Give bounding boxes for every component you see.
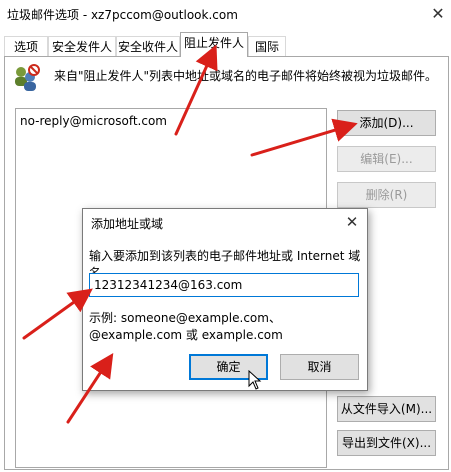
edit-button[interactable]: 编辑(E)... bbox=[337, 146, 436, 172]
tab-international[interactable]: 国际 bbox=[248, 36, 286, 56]
tab-blocked-senders[interactable]: 阻止发件人 bbox=[180, 32, 248, 57]
tab-strip: 选项 安全发件人 安全收件人 阻止发件人 国际 bbox=[0, 32, 451, 57]
address-input[interactable]: 12312341234@163.com bbox=[89, 273, 359, 297]
list-item[interactable]: no-reply@microsoft.com bbox=[20, 114, 167, 128]
close-icon[interactable]: ✕ bbox=[425, 0, 451, 26]
tab-options[interactable]: 选项 bbox=[4, 36, 48, 56]
dialog-title: 添加地址或域 bbox=[91, 217, 164, 231]
window-title: 垃圾邮件选项 - xz7pccom@outlook.com bbox=[7, 8, 238, 22]
import-from-file-button[interactable]: 从文件导入(M)... bbox=[337, 396, 436, 422]
dialog-example-text: 示例: someone@example.com、@example.com 或 e… bbox=[89, 311, 283, 342]
blocked-senders-icon bbox=[15, 64, 40, 91]
export-to-file-button[interactable]: 导出到文件(X)... bbox=[337, 430, 436, 456]
add-button[interactable]: 添加(D)... bbox=[337, 110, 436, 136]
tab-safe-senders[interactable]: 安全发件人 bbox=[48, 36, 116, 56]
info-text: 来自"阻止发件人"列表中地址或域名的电子邮件将始终被视为垃圾邮件。 bbox=[54, 69, 438, 83]
mouse-pointer-icon bbox=[248, 370, 262, 390]
close-icon[interactable]: ✕ bbox=[341, 211, 363, 233]
add-address-dialog: 添加地址或域 ✕ 输入要添加到该列表的电子邮件地址或 Internet 域名。 … bbox=[82, 208, 368, 391]
window-titlebar: 垃圾邮件选项 - xz7pccom@outlook.com ✕ bbox=[0, 0, 451, 30]
delete-button[interactable]: 删除(R) bbox=[337, 182, 436, 208]
cancel-button[interactable]: 取消 bbox=[280, 354, 359, 380]
tab-safe-recipients[interactable]: 安全收件人 bbox=[116, 36, 180, 56]
